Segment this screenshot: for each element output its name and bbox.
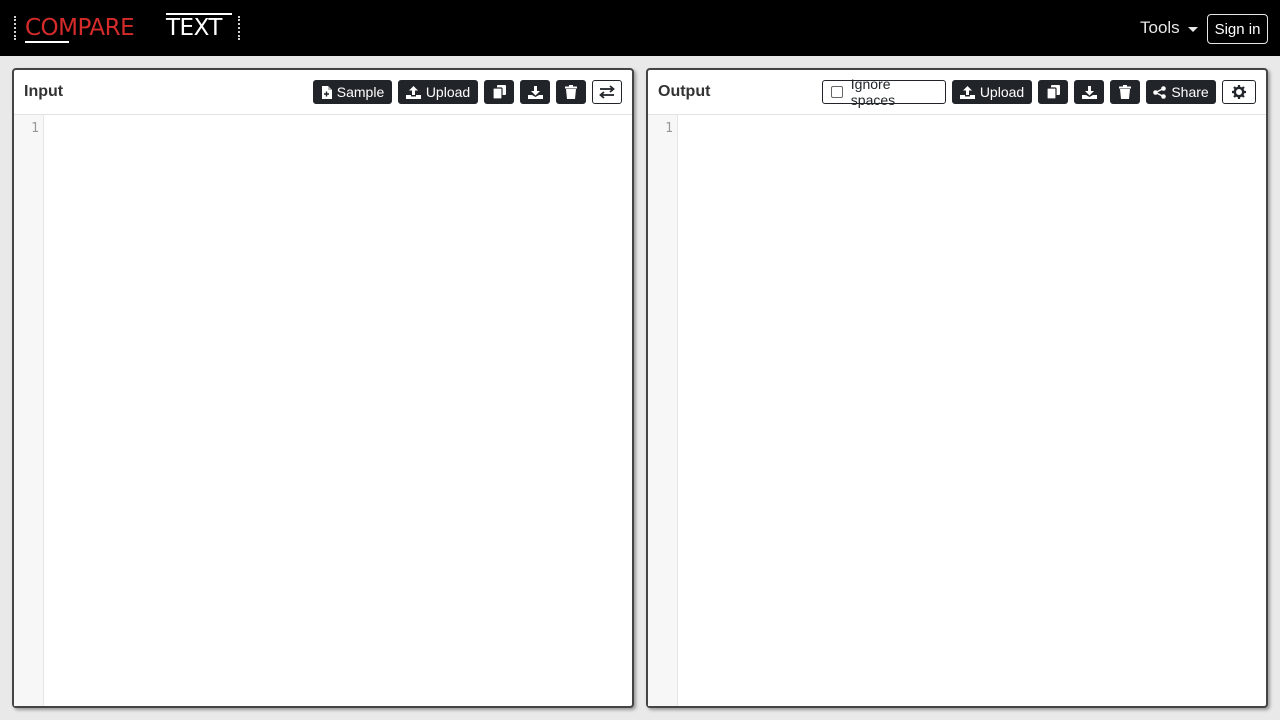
input-editor[interactable] — [45, 115, 632, 706]
sample-label: Sample — [336, 84, 385, 100]
output-line-gutter: 1 — [648, 115, 678, 706]
input-download-button[interactable] — [520, 80, 550, 104]
gear-icon — [1232, 85, 1246, 99]
upload-icon — [959, 85, 975, 99]
swap-button[interactable] — [592, 80, 622, 104]
logo[interactable]: COMPARE TEXT — [14, 13, 244, 43]
line-number: 1 — [665, 121, 673, 136]
output-editor[interactable] — [679, 115, 1266, 706]
output-clear-button[interactable] — [1110, 80, 1140, 104]
sign-in-button[interactable]: Sign in — [1207, 14, 1268, 44]
output-panel-header: Output Ignore spaces Upload Share — [648, 70, 1266, 115]
upload-label: Upload — [979, 84, 1025, 100]
share-icon — [1153, 85, 1167, 99]
settings-button[interactable] — [1222, 80, 1256, 104]
output-panel-title: Output — [658, 83, 711, 100]
input-clear-button[interactable] — [556, 80, 586, 104]
download-icon — [1081, 85, 1097, 99]
output-toolbar: Ignore spaces Upload Share — [822, 76, 1256, 108]
share-button[interactable]: Share — [1146, 80, 1216, 104]
copy-icon — [492, 85, 506, 99]
copy-icon — [1046, 85, 1060, 99]
trash-icon — [1119, 85, 1131, 99]
input-panel: Input Sample Upload 1 — [12, 68, 634, 708]
output-panel: Output Ignore spaces Upload Share 1 — [646, 68, 1268, 708]
caret-down-icon — [1187, 26, 1198, 32]
output-copy-button[interactable] — [1038, 80, 1068, 104]
share-label: Share — [1171, 84, 1209, 100]
ignore-spaces-label: Ignore spaces — [850, 76, 896, 108]
logo-dots-right — [238, 16, 240, 40]
input-line-gutter: 1 — [14, 115, 44, 706]
file-icon — [321, 85, 332, 99]
trash-icon — [565, 85, 577, 99]
output-upload-button[interactable]: Upload — [952, 80, 1032, 104]
ignore-spaces-toggle[interactable]: Ignore spaces — [822, 76, 946, 108]
input-upload-button[interactable]: Upload — [398, 80, 478, 104]
logo-underline — [25, 41, 69, 43]
tools-label: Tools — [1140, 18, 1180, 37]
ignore-spaces-checkbox[interactable] — [831, 86, 843, 98]
input-copy-button[interactable] — [484, 80, 514, 104]
download-icon — [527, 85, 543, 99]
input-panel-title: Input — [24, 83, 64, 100]
upload-label: Upload — [425, 84, 471, 100]
navbar: COMPARE TEXT Tools Sign in — [0, 0, 1280, 56]
upload-icon — [405, 85, 421, 99]
output-download-button[interactable] — [1074, 80, 1104, 104]
logo-word-compare: COMPARE — [25, 15, 135, 41]
swap-arrows-icon — [599, 85, 615, 99]
logo-word-text: TEXT — [166, 15, 222, 41]
logo-dots-left — [14, 16, 16, 40]
input-panel-header: Input Sample Upload — [14, 70, 632, 115]
sample-button[interactable]: Sample — [313, 80, 392, 104]
line-number: 1 — [31, 121, 39, 136]
input-toolbar: Sample Upload — [313, 80, 622, 104]
tools-dropdown[interactable]: Tools — [1140, 18, 1198, 38]
